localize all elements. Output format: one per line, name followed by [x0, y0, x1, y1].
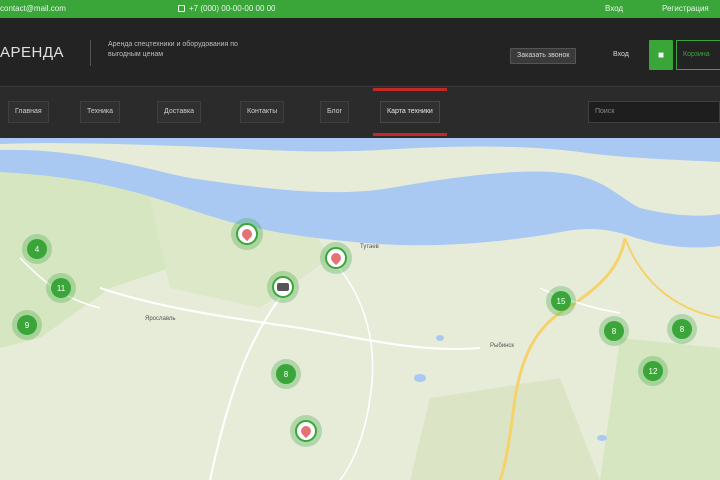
contact-phone[interactable]: +7 (000) 00-00-00 00 00: [178, 4, 276, 13]
cluster-count: 12: [643, 361, 663, 381]
map-marker[interactable]: [267, 271, 299, 303]
map-marker-badge: [325, 247, 347, 269]
site-header: АРЕНДА Аренда спецтехники и оборудования…: [0, 18, 720, 86]
location-icon: [328, 250, 344, 266]
tagline-line-2: выгодным ценам: [108, 51, 164, 58]
map-label-town-1: Ярославль: [145, 316, 176, 322]
cluster-count: 4: [27, 239, 47, 259]
site-logo[interactable]: АРЕНДА: [0, 44, 64, 61]
cluster-count: 8: [604, 321, 624, 341]
cluster-count: 8: [672, 319, 692, 339]
map-cluster[interactable]: 9: [12, 310, 42, 340]
map-view[interactable]: Ярославль Тутаев Рыбинск 4 11 9 8 15 8 8…: [0, 138, 720, 480]
map-marker[interactable]: [231, 218, 263, 250]
cart-button[interactable]: ■: [649, 40, 673, 70]
nav-item-blog[interactable]: Блог: [320, 101, 350, 123]
map-cluster[interactable]: 8: [599, 316, 629, 346]
site-tagline: Аренда спецтехники и оборудования по выг…: [108, 40, 318, 60]
map-marker-badge: [295, 420, 317, 442]
map-marker[interactable]: [290, 415, 322, 447]
map-marker-badge: [236, 223, 258, 245]
top-bar: contact@mail.com +7 (000) 00-00-00 00 00…: [0, 0, 720, 18]
register-link[interactable]: Регистрация: [662, 4, 709, 13]
nav-item-contacts[interactable]: Контакты: [240, 101, 285, 123]
search-input[interactable]: Поиск: [588, 101, 720, 123]
map-base: [0, 138, 720, 480]
cluster-count: 15: [551, 291, 571, 311]
location-icon: [239, 226, 255, 242]
main-nav: Главная Техника Доставка Контакты Блог К…: [0, 86, 720, 138]
callback-button[interactable]: Заказать звонок: [510, 48, 577, 64]
header-divider: [90, 40, 91, 66]
map-cluster[interactable]: 11: [46, 273, 76, 303]
contact-email[interactable]: contact@mail.com: [0, 4, 66, 13]
login-link[interactable]: Вход: [605, 4, 623, 13]
map-cluster[interactable]: 15: [546, 286, 576, 316]
nav-item-equipment[interactable]: Техника: [80, 101, 121, 123]
cluster-count: 8: [276, 364, 296, 384]
tagline-line-1: Аренда спецтехники и оборудования по: [108, 41, 238, 48]
map-marker[interactable]: [320, 242, 352, 274]
contact-phone-text: +7 (000) 00-00-00 00 00: [189, 4, 276, 13]
map-cluster[interactable]: 8: [271, 359, 301, 389]
cart-icon: ■: [657, 49, 665, 61]
nav-item-map[interactable]: Карта техники: [373, 88, 447, 136]
header-login-link[interactable]: Вход: [613, 51, 629, 58]
map-cluster[interactable]: 4: [22, 234, 52, 264]
cart-label[interactable]: Корзина: [676, 40, 720, 70]
map-label-town-3: Рыбинск: [490, 343, 515, 349]
map-label-town-2: Тутаев: [360, 244, 379, 250]
map-cluster[interactable]: 12: [638, 356, 668, 386]
nav-item-home[interactable]: Главная: [8, 101, 49, 123]
phone-icon: [178, 5, 185, 12]
location-icon: [298, 423, 314, 439]
truck-icon: [277, 283, 289, 291]
map-marker-badge: [272, 276, 294, 298]
map-cluster[interactable]: 8: [667, 314, 697, 344]
cluster-count: 11: [51, 278, 71, 298]
cluster-count: 9: [17, 315, 37, 335]
nav-item-delivery[interactable]: Доставка: [157, 101, 202, 123]
